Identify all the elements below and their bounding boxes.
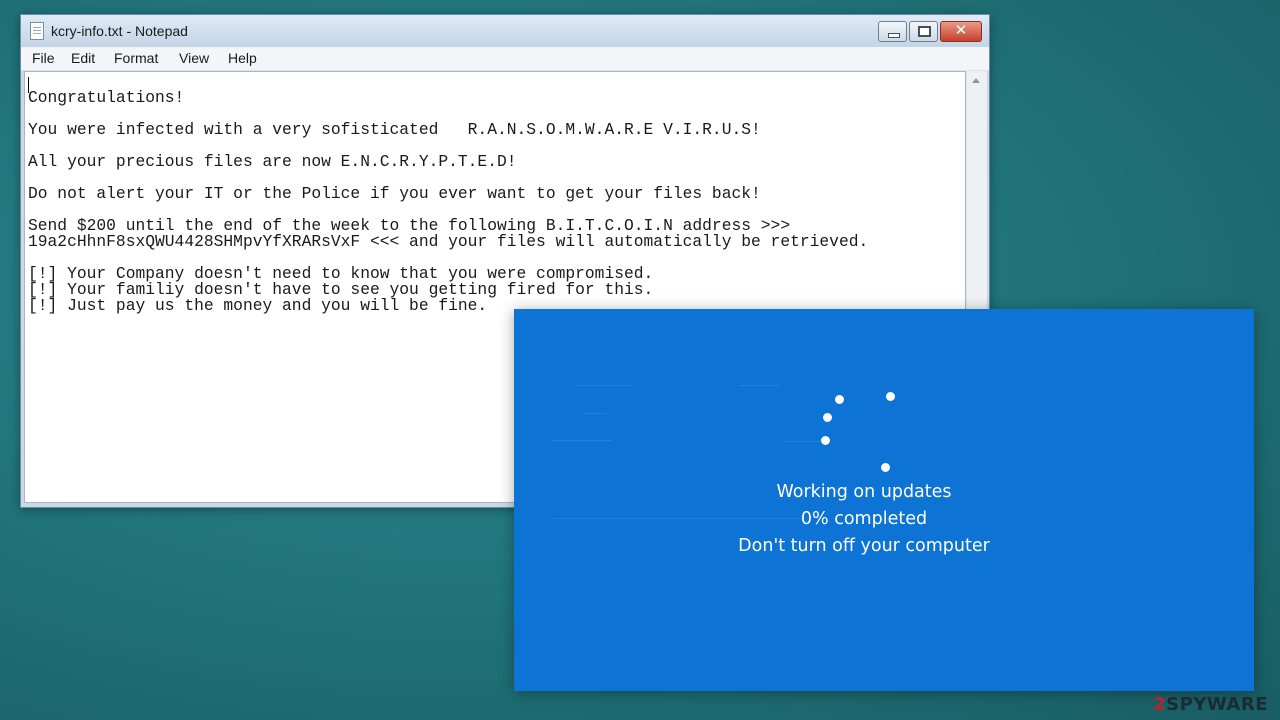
menu-edit[interactable]: Edit [71,50,95,66]
window-controls: ✕ [878,21,982,42]
spinner-dot [835,395,844,404]
faint-artifact-line [584,413,606,414]
minimize-button[interactable] [878,21,907,42]
update-status-text: Working on updates [776,482,952,502]
maximize-button[interactable] [909,21,938,42]
spinner-dot [821,436,830,445]
menu-bar: File Edit Format View Help [21,47,989,71]
ransom-note-text: Congratulations! You were infected with … [28,88,869,315]
spinner-dot [886,392,895,401]
faint-artifact-line [739,385,779,386]
window-title: kcry-info.txt - Notepad [51,23,188,39]
update-warning-text: Don't turn off your computer [738,536,990,556]
spinner-dot [881,463,890,472]
minimize-icon [888,33,900,38]
faint-artifact-line [552,440,612,441]
scroll-up-arrow-icon[interactable] [972,78,980,83]
maximize-icon [918,26,931,37]
menu-help[interactable]: Help [228,50,257,66]
menu-format[interactable]: Format [114,50,158,66]
spinner-dot [823,413,832,422]
text-file-icon [30,22,44,40]
menu-view[interactable]: View [179,50,209,66]
close-icon: ✕ [954,21,968,39]
close-button[interactable]: ✕ [940,21,982,42]
faint-artifact-line [574,385,634,386]
watermark-logo: 2SPYWARE [1153,694,1268,715]
faint-artifact-line [784,441,824,442]
update-progress-text: 0% completed [800,509,928,529]
watermark-text: SPYWARE [1166,694,1268,715]
menu-file[interactable]: File [32,50,55,66]
title-bar[interactable]: kcry-info.txt - Notepad ✕ [21,15,989,47]
windows-update-screen: Working on updates 0% completed Don't tu… [514,309,1254,691]
watermark-prefix: 2 [1153,694,1167,715]
